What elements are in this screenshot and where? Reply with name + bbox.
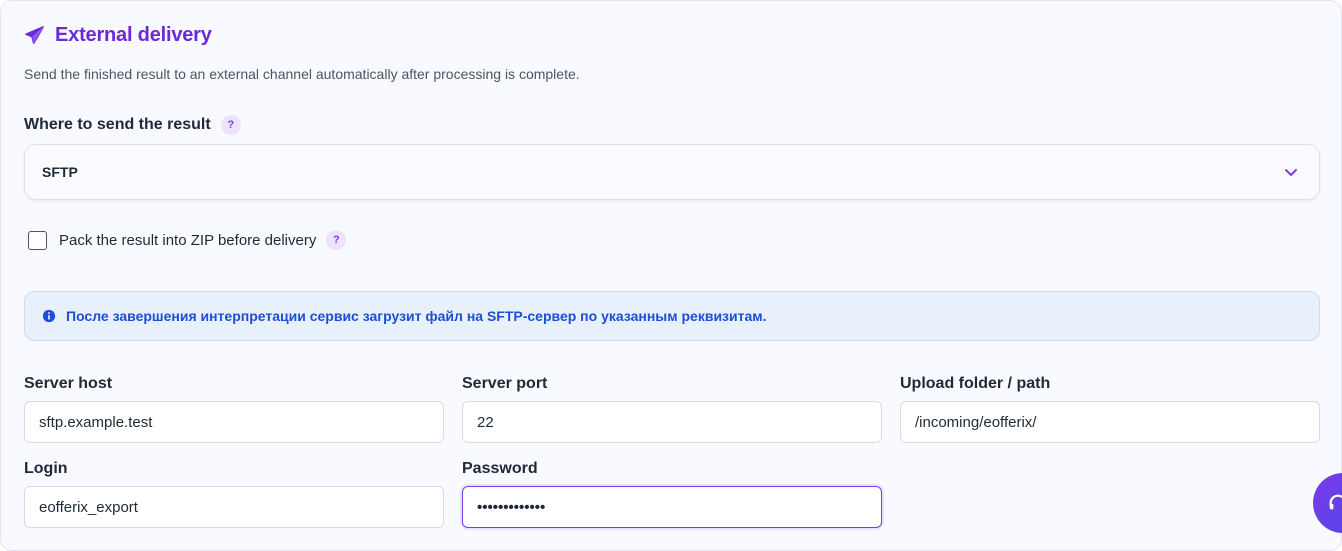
zip-option-row: Pack the result into ZIP before delivery… bbox=[28, 230, 347, 250]
destination-label-row: Where to send the result ? bbox=[24, 115, 241, 135]
info-icon bbox=[42, 309, 56, 323]
login-input[interactable]: eofferix_export bbox=[24, 486, 444, 528]
host-label: Server host bbox=[24, 375, 113, 392]
info-notice: После завершения интерпретации сервис за… bbox=[24, 291, 1320, 341]
destination-selected-value: SFTP bbox=[42, 164, 78, 180]
destination-select[interactable]: SFTP bbox=[24, 144, 1320, 200]
info-notice-text: После завершения интерпретации сервис за… bbox=[66, 308, 767, 324]
zip-checkbox[interactable] bbox=[28, 230, 47, 250]
path-input[interactable]: /incoming/eofferix/ bbox=[900, 401, 1320, 443]
login-label: Login bbox=[24, 460, 68, 477]
section-title: External delivery bbox=[55, 24, 212, 46]
destination-label: Where to send the result bbox=[24, 116, 211, 133]
port-input[interactable]: 22 bbox=[462, 401, 882, 443]
host-input[interactable]: sftp.example.test bbox=[24, 401, 444, 443]
port-label: Server port bbox=[462, 375, 548, 392]
section-header: External delivery bbox=[24, 24, 212, 47]
zip-help-icon[interactable]: ? bbox=[326, 230, 347, 250]
password-value: ••••••••••••• bbox=[477, 498, 546, 516]
external-delivery-card: External delivery Send the finished resu… bbox=[0, 0, 1342, 551]
paper-plane-icon bbox=[24, 25, 45, 46]
section-description: Send the finished result to an external … bbox=[24, 66, 580, 82]
password-input[interactable]: ••••••••••••• bbox=[462, 486, 882, 528]
zip-checkbox-label[interactable]: Pack the result into ZIP before delivery bbox=[59, 232, 316, 249]
destination-help-icon[interactable]: ? bbox=[220, 115, 241, 135]
password-label: Password bbox=[462, 460, 538, 477]
headset-icon bbox=[1327, 492, 1342, 514]
chevron-down-icon bbox=[1283, 164, 1299, 180]
path-label: Upload folder / path bbox=[900, 375, 1051, 392]
